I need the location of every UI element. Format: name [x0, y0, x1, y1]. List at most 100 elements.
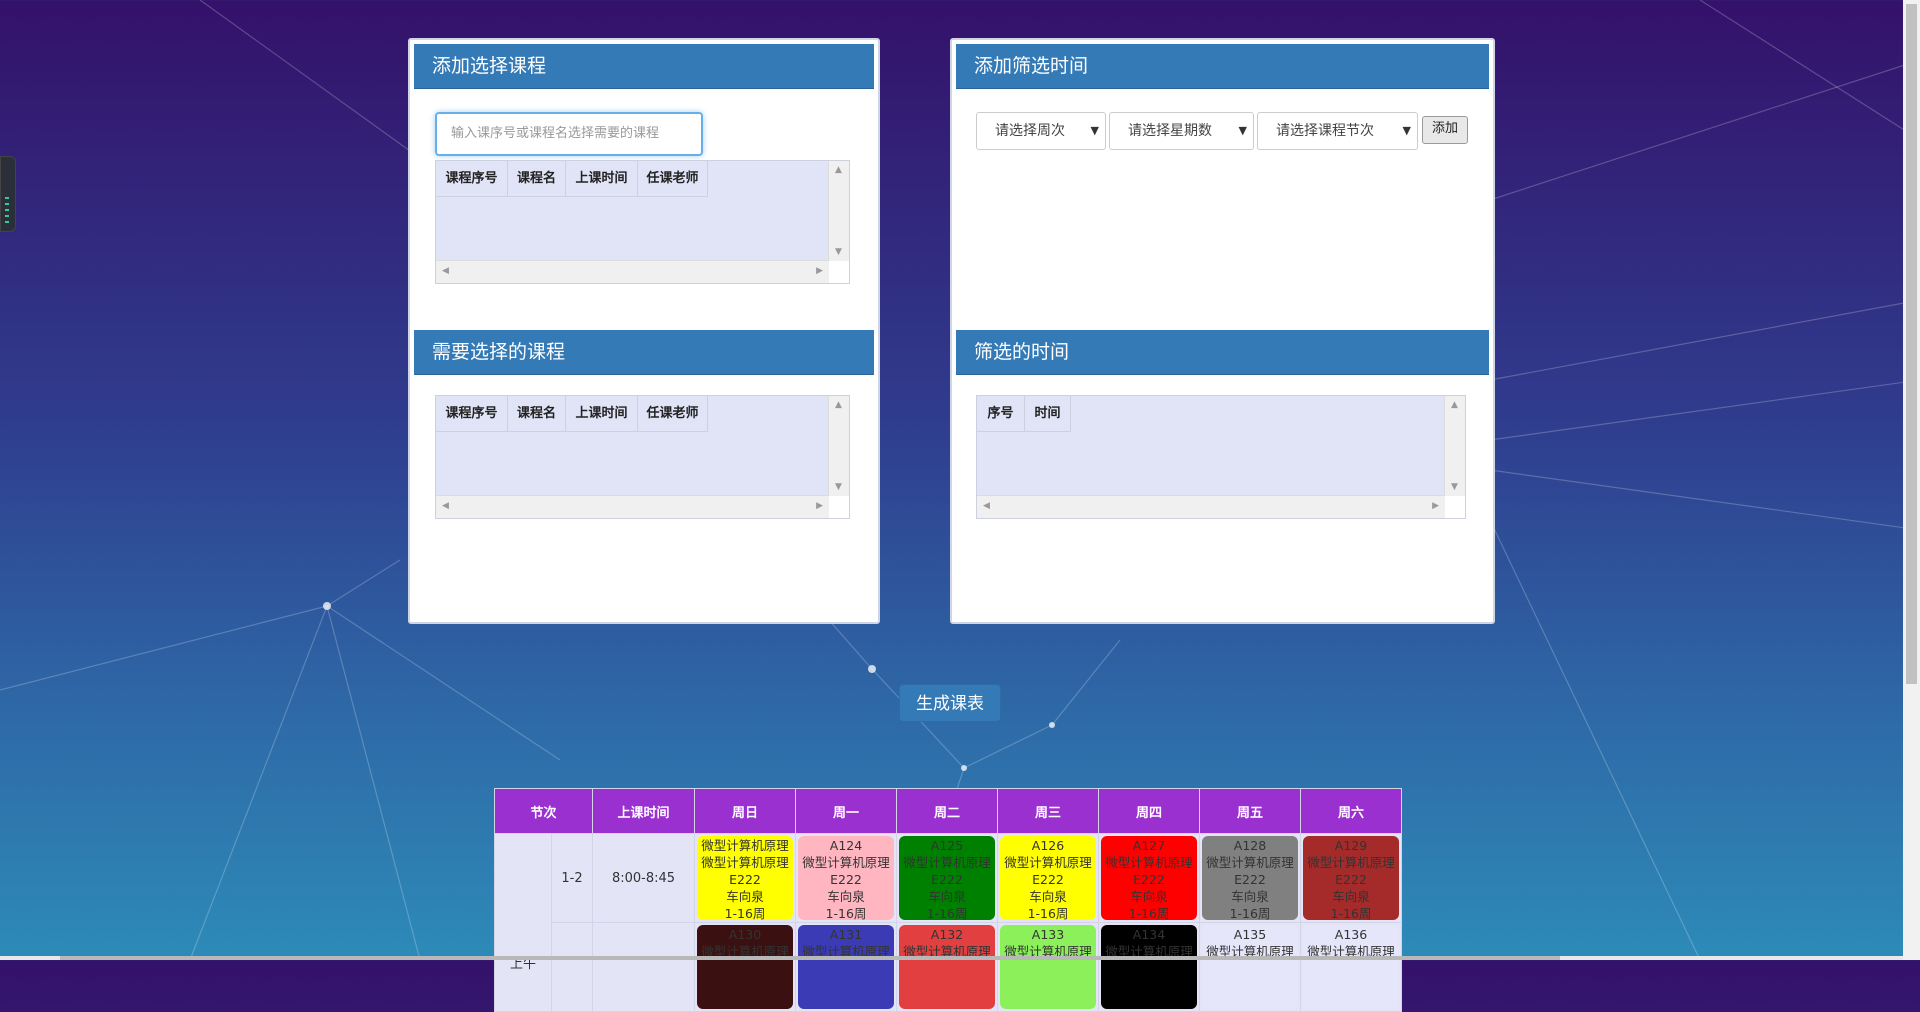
course-block[interactable]: A135 微型计算机原理 [1202, 925, 1298, 1009]
course-block[interactable]: A130 微型计算机原理 [697, 925, 793, 1009]
course-block-line: 车向泉 [1332, 889, 1370, 904]
course-block[interactable]: A127 微型计算机原理 E222 车向泉 1-16周 [1101, 836, 1197, 920]
course-block-line: A129 [1334, 838, 1368, 853]
course-block-line: 1-16周 [1027, 906, 1069, 920]
column-index[interactable]: 序号 [977, 396, 1025, 432]
period-cell: 1-2 [551, 833, 593, 923]
scroll-up-icon[interactable]: ▲ [835, 165, 842, 175]
schedule-slot: A131 微型计算机原理 [795, 922, 897, 1012]
horizontal-scrollbar[interactable]: ◀ ▶ [436, 495, 829, 518]
course-block[interactable]: A129 微型计算机原理 E222 车向泉 1-16周 [1303, 836, 1399, 920]
column-teacher[interactable]: 任课老师 [638, 161, 708, 197]
vertical-scrollbar[interactable]: ▲ ▼ [1444, 396, 1465, 496]
course-block[interactable]: A128 微型计算机原理 E222 车向泉 1-16周 [1202, 836, 1298, 920]
column-class-time[interactable]: 上课时间 [566, 161, 638, 197]
course-results-header: 课程序号 课程名 上课时间 任课老师 [436, 161, 708, 197]
vertical-scrollbar[interactable]: ▲ ▼ [828, 161, 849, 261]
course-block[interactable]: A136 微型计算机原理 [1303, 925, 1399, 1009]
course-block[interactable]: 微型计算机原理 微型计算机原理 E222 车向泉 1-16周 [697, 836, 793, 920]
scroll-right-icon[interactable]: ▶ [1432, 501, 1439, 511]
course-block-line: A128 [1233, 838, 1267, 853]
page-scroll-thumb[interactable] [1906, 4, 1917, 684]
schedule-slot: A128 微型计算机原理 E222 车向泉 1-16周 [1199, 833, 1301, 923]
right-panel: 添加筛选时间 请选择周次 ▼ 请选择星期数 ▼ 请选择课程节次 ▼ 添加 筛选的… [950, 38, 1495, 624]
scroll-right-icon[interactable]: ▶ [816, 266, 823, 276]
chevron-down-icon: ▼ [1238, 124, 1247, 137]
course-block[interactable]: A132 微型计算机原理 [899, 925, 995, 1009]
schedule-table: 节次 上课时间 周日 周一 周二 周三 周四 周五 周六 上午 1-2 8:00-8… [494, 788, 1402, 1012]
chevron-down-icon: ▼ [1402, 124, 1411, 137]
header-tuesday: 周二 [896, 788, 998, 834]
scroll-up-icon[interactable]: ▲ [1451, 400, 1458, 410]
scroll-left-icon[interactable]: ◀ [983, 501, 990, 511]
column-course-id[interactable]: 课程序号 [436, 396, 508, 432]
course-block-line: 车向泉 [1029, 889, 1067, 904]
column-class-time[interactable]: 上课时间 [566, 396, 638, 432]
filtered-times-title: 筛选的时间 [956, 330, 1489, 375]
scroll-left-icon[interactable]: ◀ [442, 266, 449, 276]
course-block-line: 微型计算机原理 [701, 855, 789, 870]
scroll-corner [1445, 496, 1465, 518]
page-scrollbar[interactable] [1903, 0, 1920, 960]
column-course-name[interactable]: 课程名 [508, 396, 566, 432]
horizontal-scrollbar[interactable]: ◀ ▶ [977, 495, 1445, 518]
page-hscroll-thumb[interactable] [60, 956, 1560, 960]
header-wednesday: 周三 [997, 788, 1099, 834]
page-horizontal-scrollbar[interactable] [0, 956, 1903, 960]
course-block[interactable]: A133 微型计算机原理 [1000, 925, 1096, 1009]
course-block-line: 1-16周 [926, 906, 968, 920]
schedule-slot: A132 微型计算机原理 [896, 922, 998, 1012]
week-select-value: 请选择周次 [995, 123, 1065, 139]
filtered-times-header: 序号 时间 [977, 396, 1071, 432]
course-block-line: 1-16周 [1128, 906, 1170, 920]
course-block-line: A132 [930, 927, 964, 942]
period-cell [551, 922, 593, 1012]
course-block[interactable]: A131 微型计算机原理 [798, 925, 894, 1009]
schedule-header-row: 节次 上课时间 周日 周一 周二 周三 周四 周五 周六 [494, 788, 1402, 834]
course-search-input[interactable]: 输入课序号或课程名选择需要的课程 [435, 112, 703, 156]
course-block[interactable]: A124 微型计算机原理 E222 车向泉 1-16周 [798, 836, 894, 920]
course-block-line: 微型计算机原理 [903, 855, 991, 870]
course-block-line: A126 [1031, 838, 1065, 853]
schedule-slot: A129 微型计算机原理 E222 车向泉 1-16周 [1300, 833, 1402, 923]
weekday-select[interactable]: 请选择星期数 ▼ [1109, 112, 1254, 150]
horizontal-scrollbar[interactable]: ◀ ▶ [436, 260, 829, 283]
scroll-up-icon[interactable]: ▲ [835, 400, 842, 410]
scroll-corner [829, 261, 849, 283]
course-block-line: E222 [830, 872, 862, 887]
add-course-title: 添加选择课程 [414, 44, 874, 89]
course-block-line: A127 [1132, 838, 1166, 853]
course-block[interactable]: A134 微型计算机原理 [1101, 925, 1197, 1009]
course-block[interactable]: A126 微型计算机原理 E222 车向泉 1-16周 [1000, 836, 1096, 920]
schedule-slot: A126 微型计算机原理 E222 车向泉 1-16周 [997, 833, 1099, 923]
schedule-row: A130 微型计算机原理 A131 微型计算机原理 A132 微型计算机原理 A133 微型计… [495, 922, 1402, 1012]
course-block-line: 车向泉 [1231, 889, 1269, 904]
course-block-line: E222 [1032, 872, 1064, 887]
scroll-down-icon[interactable]: ▼ [835, 482, 842, 492]
scroll-left-icon[interactable]: ◀ [442, 501, 449, 511]
column-teacher[interactable]: 任课老师 [638, 396, 708, 432]
week-select[interactable]: 请选择周次 ▼ [976, 112, 1106, 150]
scroll-down-icon[interactable]: ▼ [835, 247, 842, 257]
selected-courses-grid: 课程序号 课程名 上课时间 任课老师 ▲ ▼ ◀ ▶ [435, 395, 850, 519]
side-widget-handle[interactable] [0, 156, 16, 232]
generate-schedule-button[interactable]: 生成课表 [899, 684, 1001, 722]
header-period: 节次 [494, 788, 593, 834]
scroll-down-icon[interactable]: ▼ [1451, 482, 1458, 492]
vertical-scrollbar[interactable]: ▲ ▼ [828, 396, 849, 496]
left-panel: 添加选择课程 输入课序号或课程名选择需要的课程 课程序号 课程名 上课时间 任课… [408, 38, 880, 624]
selected-courses-title: 需要选择的课程 [414, 330, 874, 375]
schedule-slot: A133 微型计算机原理 [997, 922, 1099, 1012]
time-cell [592, 922, 695, 1012]
course-block[interactable]: A125 微型计算机原理 E222 车向泉 1-16周 [899, 836, 995, 920]
column-course-name[interactable]: 课程名 [508, 161, 566, 197]
header-sunday: 周日 [694, 788, 796, 834]
course-block-line: 微型计算机原理 [1206, 855, 1294, 870]
add-time-button[interactable]: 添加 [1422, 116, 1468, 144]
scroll-right-icon[interactable]: ▶ [816, 501, 823, 511]
period-select[interactable]: 请选择课程节次 ▼ [1257, 112, 1418, 150]
column-time[interactable]: 时间 [1025, 396, 1071, 432]
column-course-id[interactable]: 课程序号 [436, 161, 508, 197]
course-block-line: E222 [1234, 872, 1266, 887]
course-results-grid: 课程序号 课程名 上课时间 任课老师 ▲ ▼ ◀ ▶ [435, 160, 850, 284]
